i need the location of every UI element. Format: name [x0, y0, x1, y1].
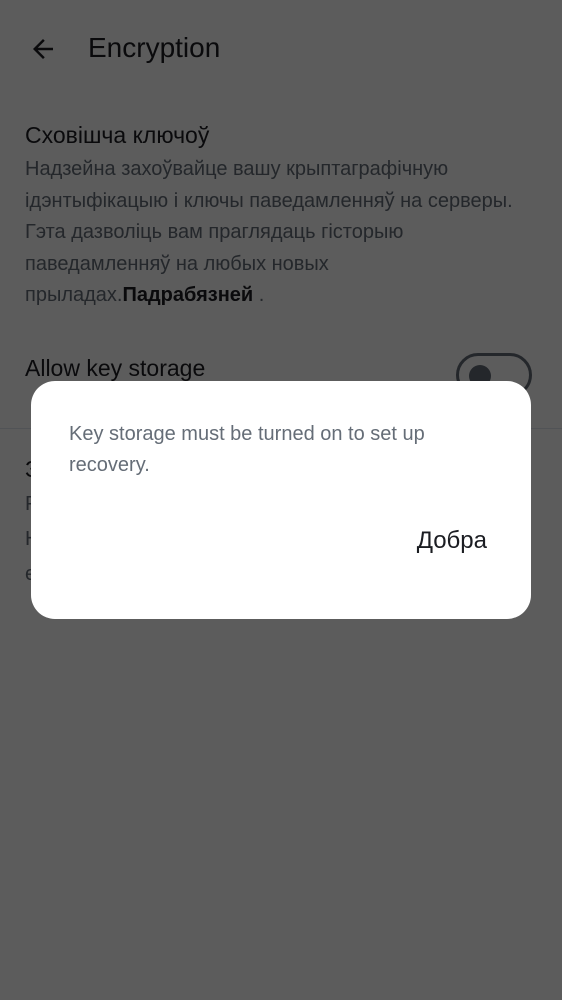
description-text: Надзейна захоўвайце вашу крыптаграфічную…	[25, 158, 513, 306]
dialog-message: Key storage must be turned on to set up …	[69, 423, 425, 476]
arrow-left-icon[interactable]	[28, 34, 58, 64]
description-suffix: .	[253, 284, 265, 306]
key-storage-description: Надзейна захоўвайце вашу крыптаграфічную…	[25, 154, 525, 312]
top-app-bar: Encryption	[0, 0, 562, 100]
ok-button[interactable]: Добра	[417, 527, 487, 555]
learn-more-link[interactable]: Падрабязней	[122, 284, 253, 306]
key-storage-title: Сховішча ключоў	[25, 122, 210, 148]
alert-dialog: Key storage must be turned on to set up …	[31, 381, 531, 619]
allow-key-storage-label: Allow key storage	[25, 355, 206, 381]
page-title: Encryption	[88, 32, 221, 63]
